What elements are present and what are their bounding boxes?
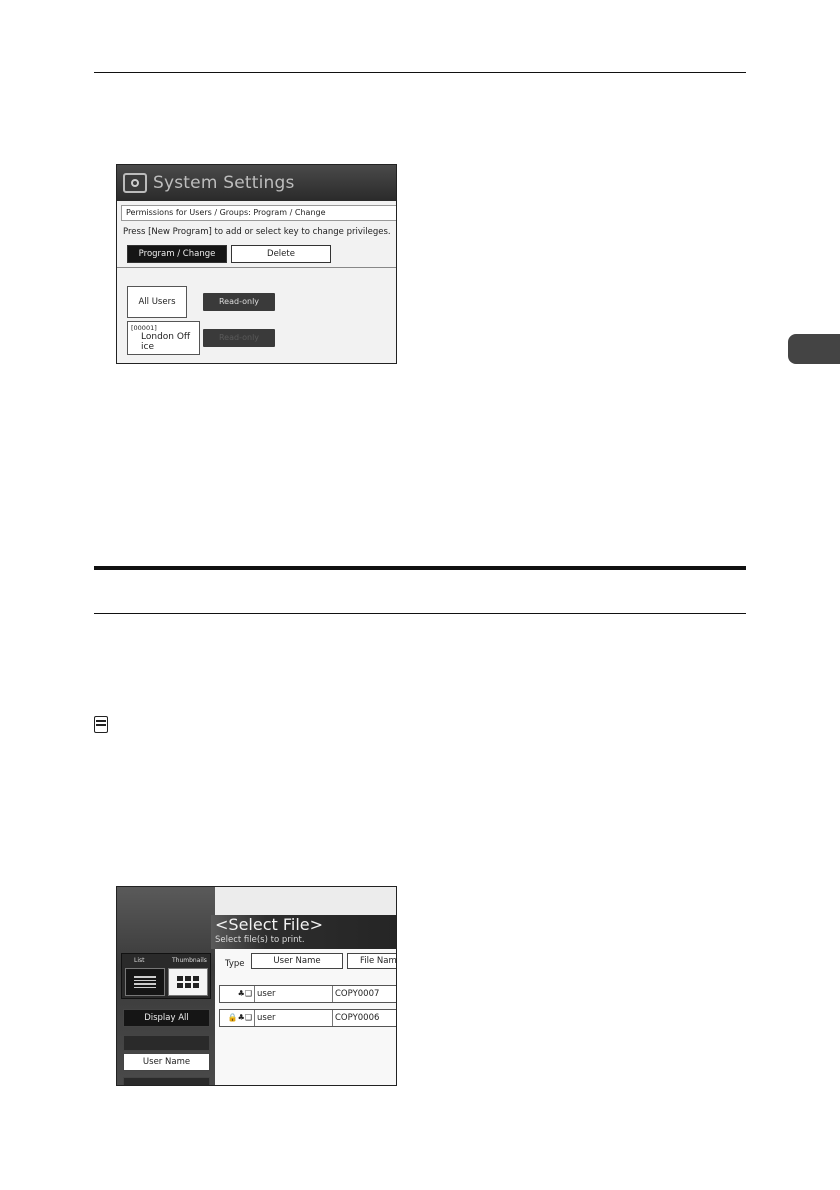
settings-app-icon [123, 173, 147, 193]
file-type-icons: ♣❑ [237, 989, 252, 998]
file-list-area: Type User Name File Name ♣❑ user COPY000… [215, 949, 396, 1085]
header-rule [94, 72, 746, 73]
list-view-label: List [134, 957, 145, 964]
section-rule-thick [94, 566, 746, 570]
select-file-header: <Select File> Select file(s) to print. [211, 915, 396, 949]
screen-title: System Settings [153, 173, 295, 193]
top-background [215, 887, 396, 917]
search-key-blank[interactable] [123, 1035, 210, 1051]
title-bar: System Settings [117, 165, 396, 201]
permission-badge: Read-only [203, 293, 275, 311]
instruction-text: Press [New Program] to add or select key… [123, 227, 391, 237]
search-key-blank[interactable] [123, 1077, 210, 1085]
user-key-all-users[interactable]: All Users [127, 286, 187, 318]
user-name-search-button[interactable]: User Name [123, 1053, 210, 1071]
user-key-london-office[interactable]: [00001] London Off ice [127, 321, 200, 355]
program-change-button[interactable]: Program / Change [127, 245, 227, 263]
file-user: user [254, 1010, 332, 1026]
user-name-column-header[interactable]: User Name [251, 953, 343, 969]
user-key-label: London Off ice [141, 332, 191, 352]
file-user: user [254, 986, 332, 1002]
user-key-label: All Users [138, 297, 176, 307]
delete-button[interactable]: Delete [231, 245, 331, 263]
thumbnail-view-label: Thumbnails [172, 957, 207, 964]
system-settings-screenshot: System Settings Permissions for Users / … [116, 164, 397, 364]
type-column-label: Type [225, 959, 245, 969]
note-book-icon [94, 716, 108, 733]
permission-badge: Read-only [203, 329, 275, 347]
file-row[interactable]: 🔒♣❑ user COPY0006 [219, 1009, 396, 1027]
select-file-screenshot: <Select File> Select file(s) to print. L… [116, 886, 397, 1086]
view-mode-selector: List Thumbnails [121, 953, 211, 999]
file-name: COPY0006 [332, 1010, 379, 1026]
list-icon [134, 976, 156, 988]
section-rule-thin [94, 613, 746, 614]
screen-title: <Select File> [215, 915, 324, 934]
list-view-button[interactable] [125, 968, 165, 996]
screen-subtitle: Select file(s) to print. [215, 935, 305, 945]
file-row[interactable]: ♣❑ user COPY0007 [219, 985, 396, 1003]
thumbnail-view-button[interactable] [168, 968, 208, 996]
display-all-button[interactable]: Display All [123, 1009, 210, 1027]
user-code: [00001] [131, 324, 157, 332]
file-name: COPY0007 [332, 986, 379, 1002]
divider [117, 267, 396, 268]
permissions-heading: Permissions for Users / Groups: Program … [121, 205, 396, 221]
chapter-tab [788, 334, 840, 364]
grid-icon [177, 976, 199, 988]
file-name-column-header[interactable]: File Name [347, 953, 396, 969]
file-type-icons: 🔒♣❑ [227, 1013, 252, 1022]
